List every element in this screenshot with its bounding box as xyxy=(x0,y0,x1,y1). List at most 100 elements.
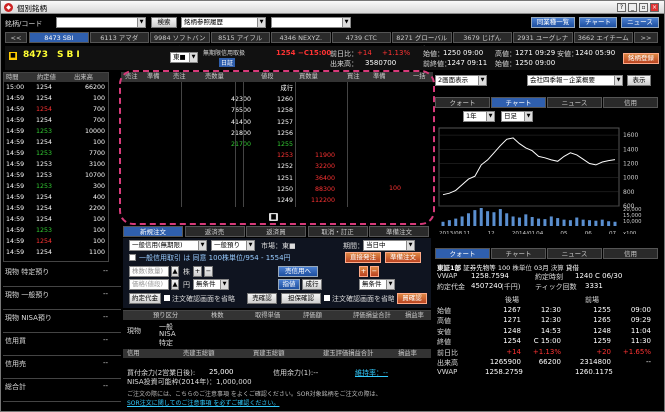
panel-tab[interactable]: チャート xyxy=(491,97,546,108)
price-input[interactable]: 価格(値段) xyxy=(129,279,169,290)
search-button[interactable]: 検索 xyxy=(151,17,177,28)
limit-button[interactable]: 指値 xyxy=(278,279,300,290)
tick-row[interactable]: 14:59 1253 100 xyxy=(4,226,108,236)
period-select[interactable]: 当日中 ▼ xyxy=(363,240,415,251)
notice-line-2[interactable]: SOR注文に関してのご注意事項 を必ずご確認ください。 xyxy=(127,398,431,407)
ticker-tab[interactable]: 8515 アイフル xyxy=(210,32,270,43)
tick-price: 1253 xyxy=(35,161,52,168)
agree-checkbox[interactable] xyxy=(129,254,136,261)
panel-tab[interactable]: 信用 xyxy=(603,97,658,108)
ticker-prev-button[interactable]: << xyxy=(5,32,27,43)
prepare-order-button[interactable]: 準備注文 xyxy=(385,252,421,263)
tick-row[interactable]: 14:59 1253 7700 xyxy=(4,149,108,159)
qty-minus-button[interactable]: − xyxy=(204,266,213,277)
ticker-tab[interactable]: 2931 ユーグレナ xyxy=(513,32,573,43)
quote-pm-time: 66200 xyxy=(538,358,561,366)
skip-confirm-checkbox[interactable] xyxy=(164,295,170,301)
ticker-tab[interactable]: 3662 エイチーム xyxy=(573,32,633,43)
trade-time-label: 約定時刻 xyxy=(535,273,563,281)
trade-value: 4507240 xyxy=(471,282,503,290)
order-tab[interactable]: 新規注文 xyxy=(123,226,183,237)
tick-row[interactable]: 14:59 1254 700 xyxy=(4,116,108,126)
tick-row[interactable]: 14:59 1253 300 xyxy=(4,182,108,192)
favorite-icon[interactable]: ■ xyxy=(9,52,17,60)
skip-confirm-checkbox-2[interactable] xyxy=(324,295,330,301)
minus-button[interactable]: − xyxy=(370,266,379,277)
period-range-select[interactable]: 1年 ▼ xyxy=(463,111,495,122)
display-mode-select[interactable]: 2画面表示 ▼ xyxy=(435,75,487,86)
direct-order-button[interactable]: 直接発注 xyxy=(345,252,381,263)
tick-row[interactable]: 14:59 1253 10000 xyxy=(4,127,108,137)
market-select[interactable]: 東■ ▼ xyxy=(170,52,198,63)
tick-row[interactable]: 14:59 1253 3100 xyxy=(4,160,108,170)
secondary-select[interactable]: ▼ xyxy=(271,17,351,28)
panel-tab[interactable]: ニュース xyxy=(547,97,602,108)
ticker-tab[interactable]: 8473 SBI xyxy=(29,32,89,43)
tick-row[interactable]: 14:59 1253 10700 xyxy=(4,171,108,181)
sell-confirm-button[interactable]: 売確認 xyxy=(247,293,277,304)
price-chart[interactable]: 16001400120010008006002013/08 11 12 2014/01… xyxy=(435,124,661,234)
chart-volume-bar xyxy=(517,217,521,226)
help-icon[interactable]: ? xyxy=(617,3,626,12)
panel-tab[interactable]: 信用 xyxy=(603,248,658,259)
ticker-tab[interactable]: 4739 CTC xyxy=(331,32,391,43)
change-label: 前日比： xyxy=(330,50,358,58)
order-tab[interactable]: 取消・訂正 xyxy=(307,226,368,237)
info-select[interactable]: 会社四季報－企業概要 ▼ xyxy=(527,75,623,86)
ticker-tab[interactable]: 3679 じげん xyxy=(452,32,512,43)
maximize-icon[interactable]: ▫ xyxy=(639,3,648,12)
sell-credit-button[interactable]: 売信用へ xyxy=(278,266,318,277)
interval-select[interactable]: 日足 ▼ xyxy=(501,111,533,122)
quote-column-header: 後場 xyxy=(505,296,519,304)
quantity-input[interactable]: 株数(数量) xyxy=(129,266,169,277)
ticker-tab[interactable]: 6113 アマダ xyxy=(89,32,149,43)
show-button[interactable]: 表示 xyxy=(627,75,651,86)
position-summary-value: -- xyxy=(103,336,109,344)
maintenance-link[interactable]: 維持率：-- xyxy=(355,368,388,378)
plus-button[interactable]: + xyxy=(359,266,368,277)
order-tab[interactable]: 返済買 xyxy=(246,226,306,237)
custody-select[interactable]: 一般預り ▼ xyxy=(211,240,255,251)
account-type-select[interactable]: 一般信用(無期限) ▼ xyxy=(129,240,207,251)
tick-row[interactable]: 15:00 1254 66200 xyxy=(4,83,108,93)
order-tab[interactable]: 準備注文 xyxy=(369,226,429,237)
qty-plus-button[interactable]: + xyxy=(193,266,202,277)
compare-button[interactable]: 同業種一覧 xyxy=(531,17,575,28)
register-button[interactable]: 銘柄登録 xyxy=(623,53,659,64)
qty-up-button[interactable]: ▲ xyxy=(171,266,179,277)
cross-button[interactable]: 約定代金 xyxy=(129,293,161,304)
tick-row[interactable]: 14:59 1254 100 xyxy=(4,237,108,247)
tick-row[interactable]: 14:59 1254 2200 xyxy=(4,204,108,214)
code-input[interactable]: ▼ xyxy=(56,17,146,28)
ticker-next-button[interactable]: >> xyxy=(634,32,658,43)
condition-select[interactable]: 無条件 ▼ xyxy=(193,279,229,290)
tick-body[interactable]: 15:00 1254 66200 14:59 1254 100 14:59 1254 700 14… xyxy=(4,83,108,261)
minimize-icon[interactable]: _ xyxy=(628,3,637,12)
order-tab[interactable]: 返済売 xyxy=(184,226,245,237)
tick-row[interactable]: 14:59 1254 100 xyxy=(4,138,108,148)
ticker-tab[interactable]: 9984 ソフトバンク xyxy=(150,32,210,53)
ticker-tab[interactable]: 8271 グローバルダ xyxy=(392,32,452,53)
close-icon[interactable]: × xyxy=(650,3,659,12)
tick-row[interactable]: 14:59 1254 100 xyxy=(4,94,108,104)
trash-icon[interactable]: ▆ xyxy=(269,213,278,221)
margin-check-button[interactable]: 担保確認 xyxy=(281,293,321,304)
panel-tab[interactable]: クォート xyxy=(435,97,490,108)
buy-confirm-button[interactable]: 買確認 xyxy=(397,293,427,304)
panel-tab[interactable]: チャート xyxy=(491,248,546,259)
panel-tab[interactable]: クォート xyxy=(435,248,490,259)
history-select[interactable]: 銘柄参照履歴 ▼ xyxy=(181,17,266,28)
tick-price: 1254 xyxy=(35,95,52,102)
chart-volume-bar xyxy=(607,221,611,226)
market-order-button[interactable]: 成行 xyxy=(302,279,322,290)
chart-button[interactable]: チャート xyxy=(579,17,617,28)
panel-tab[interactable]: ニュース xyxy=(547,248,602,259)
condition-select-2[interactable]: 無条件 ▼ xyxy=(359,279,395,290)
news-button[interactable]: ニュース xyxy=(621,17,659,28)
ticker-tab[interactable]: 4346 NEXYZ. xyxy=(271,32,331,43)
price-up-button[interactable]: ▲ xyxy=(171,279,179,290)
tick-row[interactable]: 14:59 1254 1100 xyxy=(4,248,108,258)
tick-row[interactable]: 14:59 1254 700 xyxy=(4,105,108,115)
tick-row[interactable]: 14:59 1254 400 xyxy=(4,193,108,203)
tick-row[interactable]: 14:59 1254 100 xyxy=(4,215,108,225)
